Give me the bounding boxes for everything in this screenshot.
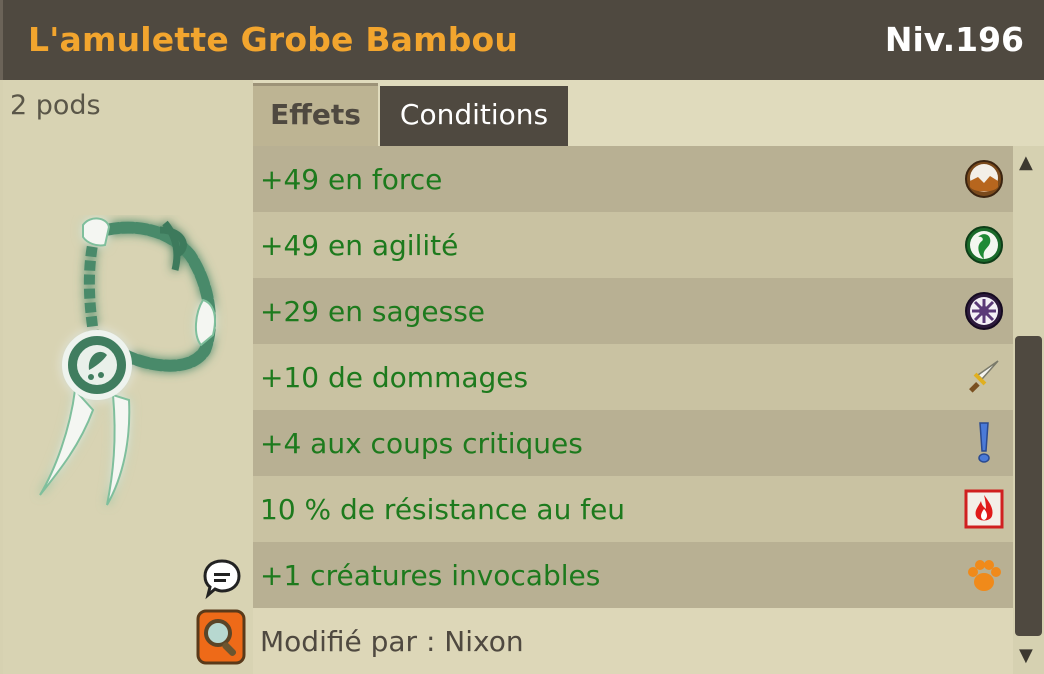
critical-exclamation-icon — [963, 422, 1005, 464]
title-bar: L'amulette Grobe Bambou Niv.196 — [0, 0, 1044, 80]
item-preview-panel: 2 pods — [3, 80, 253, 674]
fire-resistance-icon — [963, 488, 1005, 530]
summon-paw-icon — [963, 554, 1005, 596]
tab-conditions[interactable]: Conditions — [380, 86, 568, 146]
list-item: 10 % de résistance au feu — [253, 476, 1013, 542]
scroll-down-arrow-icon[interactable]: ▼ — [1019, 645, 1033, 666]
chat-bubble-icon[interactable] — [203, 558, 241, 602]
effect-text: +29 en sagesse — [260, 294, 486, 328]
list-item: +10 de dommages — [253, 344, 1013, 410]
damage-sword-icon — [963, 356, 1005, 398]
effect-text: 10 % de résistance au feu — [260, 492, 626, 526]
wisdom-icon — [963, 290, 1005, 332]
magnifier-icon[interactable] — [195, 608, 247, 666]
effect-text: +4 aux coups critiques — [260, 426, 583, 460]
scroll-up-arrow-icon[interactable]: ▲ — [1019, 152, 1033, 173]
effects-list: +49 en force +49 en agilité +29 en sages… — [253, 146, 1013, 674]
strength-icon — [963, 158, 1005, 200]
list-item: +1 créatures invocables — [253, 542, 1013, 608]
effect-text: +49 en force — [260, 162, 443, 196]
effect-text: +1 créatures invocables — [260, 558, 601, 592]
item-weight: 2 pods — [10, 90, 101, 121]
list-item: +49 en agilité — [253, 212, 1013, 278]
item-name: L'amulette Grobe Bambou — [28, 20, 519, 59]
list-item: +49 en force — [253, 146, 1013, 212]
item-details: Effets Conditions +49 en force +49 en ag… — [253, 80, 1044, 674]
item-level: Niv.196 — [884, 20, 1024, 59]
scrollbar[interactable]: ▲ ▼ — [1013, 146, 1044, 674]
list-item: +4 aux coups critiques — [253, 410, 1013, 476]
effect-text: +10 de dommages — [260, 360, 529, 394]
tab-bar: Effets Conditions — [253, 80, 1013, 146]
tab-effets[interactable]: Effets — [253, 83, 378, 146]
modified-by-text: Modifié par : Nixon — [253, 608, 1013, 674]
list-item: +29 en sagesse — [253, 278, 1013, 344]
scroll-thumb[interactable] — [1015, 336, 1042, 636]
agility-icon — [963, 224, 1005, 266]
effect-text: +49 en agilité — [260, 228, 459, 262]
amulet-icon — [39, 217, 216, 506]
